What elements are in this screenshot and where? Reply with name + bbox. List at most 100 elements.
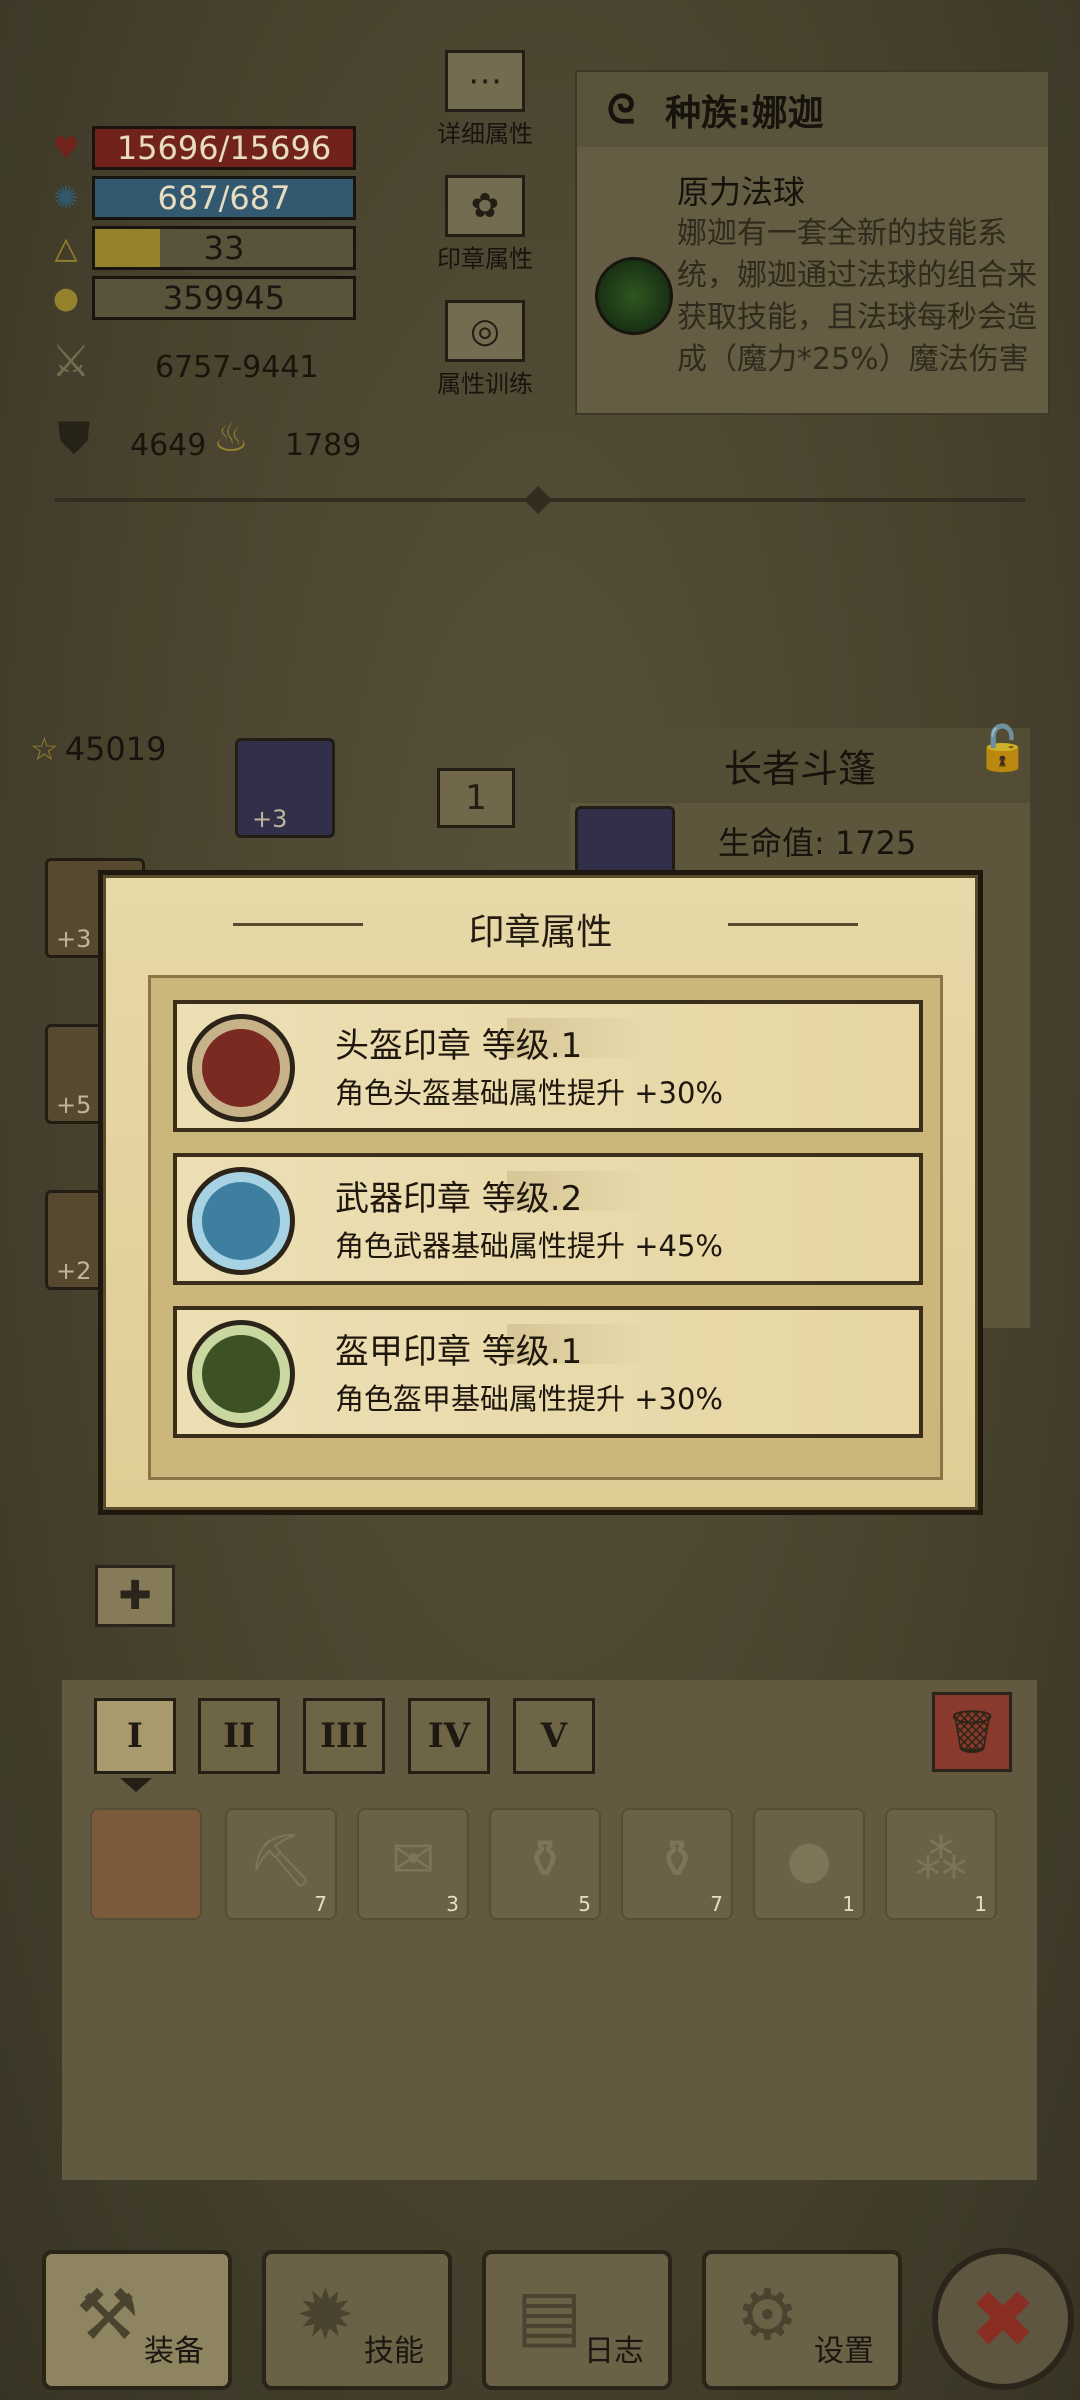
item-name: 长者斗篷 xyxy=(570,728,1030,803)
title-ornament-right xyxy=(728,923,858,926)
inventory-item-apple[interactable]: ● 1 xyxy=(753,1808,865,1920)
dialog-title: 印章属性 xyxy=(468,912,613,953)
inventory-item-pickaxe[interactable]: ⛏ 7 xyxy=(225,1808,337,1920)
inventory-item-seeds[interactable]: ⁂ 1 xyxy=(885,1808,997,1920)
apple-icon: ● xyxy=(786,1830,832,1890)
nav-skills-label: 技能 xyxy=(364,2334,424,2369)
skill-icon: ✹ xyxy=(296,2274,355,2356)
weapon-seal-icon xyxy=(187,1167,295,1275)
detail-attributes-label: 详细属性 xyxy=(437,120,533,148)
shield-icon: ⛊ xyxy=(57,412,91,464)
race-header: ᘓ 种族:娜迦 xyxy=(577,72,1048,147)
seal-attributes-label: 印章属性 xyxy=(437,245,533,273)
star-icon: ☆ xyxy=(30,730,59,768)
nav-equipment-label: 装备 xyxy=(144,2334,204,2369)
slot-badge: +2 xyxy=(56,1257,92,1285)
potion-icon: ⚱ xyxy=(523,1830,567,1890)
seal-name: 武器印章 等级.2 xyxy=(335,1179,583,1219)
seal-description: 角色武器基础属性提升 +45% xyxy=(335,1229,723,1263)
item-stat: 生命值: 1725 xyxy=(718,824,917,862)
target-icon: ◎ xyxy=(445,300,525,362)
dots-icon: ⋯ xyxy=(445,50,525,112)
nav-settings-label: 设置 xyxy=(814,2334,874,2369)
mp-row: ✺ 687/687 xyxy=(50,176,356,220)
axe-icon: ⚒ xyxy=(76,2274,139,2356)
mana-icon: ✺ xyxy=(53,180,79,216)
unlock-icon[interactable]: 🔓 xyxy=(975,722,1035,782)
slot-badge: +3 xyxy=(56,925,92,953)
inventory-item-scroll[interactable]: ✉ 3 xyxy=(357,1808,469,1920)
xp-bar: 33 xyxy=(92,226,356,270)
bag-tab-1[interactable]: I xyxy=(94,1698,176,1774)
nav-equipment-button[interactable]: ⚒ 装备 xyxy=(42,2250,232,2390)
helmet-seal-icon xyxy=(187,1014,295,1122)
slot-badge: +5 xyxy=(56,1091,92,1119)
race-skill-description: 娜迦有一套全新的技能系统，娜迦通过法球的组合来获取技能，且法球每秒会造成（魔力*… xyxy=(677,216,1037,377)
power-icon: ♨ xyxy=(213,415,249,461)
score-value: 45019 xyxy=(64,730,167,768)
add-button[interactable]: ✚ xyxy=(95,1565,175,1627)
defense-value: 4649 xyxy=(130,428,207,463)
scroll-icon: ✉ xyxy=(391,1830,435,1890)
item-count: 3 xyxy=(446,1892,459,1916)
seal-name: 盔甲印章 等级.1 xyxy=(335,1332,583,1372)
nav-log-label: 日志 xyxy=(584,2334,644,2369)
gold-bar: 359945 xyxy=(92,276,356,320)
race-skill-icon xyxy=(595,257,673,335)
item-count: 1 xyxy=(842,1892,855,1916)
seal-attributes-button[interactable]: ✿ 印章属性 xyxy=(420,175,550,274)
item-count: 1 xyxy=(974,1892,987,1916)
seal-attributes-dialog: 印章属性 头盔印章 等级.1 角色头盔基础属性提升 +30% 武器印章 等级.2… xyxy=(98,870,983,1515)
race-title: 种族:娜迦 xyxy=(665,92,824,134)
tab-indicator-icon xyxy=(120,1778,152,1792)
mp-bar: 687/687 xyxy=(92,176,356,220)
trash-icon: 🗑 xyxy=(945,1707,999,1756)
close-button[interactable]: ✖ xyxy=(932,2248,1074,2390)
weapon-seal-card[interactable]: 武器印章 等级.2 角色武器基础属性提升 +45% xyxy=(173,1153,923,1285)
seeds-icon: ⁂ xyxy=(915,1830,967,1890)
level-value: 33 xyxy=(203,229,245,267)
nav-settings-button[interactable]: ⚙ 设置 xyxy=(702,2250,902,2390)
helmet-seal-card[interactable]: 头盔印章 等级.1 角色头盔基础属性提升 +30% xyxy=(173,1000,923,1132)
race-skill-name: 原力法球 xyxy=(677,173,806,211)
mp-value: 687/687 xyxy=(157,179,291,217)
level-row: △ 33 xyxy=(50,226,356,270)
trash-button[interactable]: 🗑 xyxy=(932,1692,1012,1772)
hp-value: 15696/15696 xyxy=(116,129,332,167)
armor-seal-card[interactable]: 盔甲印章 等级.1 角色盔甲基础属性提升 +30% xyxy=(173,1306,923,1438)
gear-icon: ⚙ xyxy=(736,2274,799,2356)
seal-list: 头盔印章 等级.1 角色头盔基础属性提升 +30% 武器印章 等级.2 角色武器… xyxy=(148,975,943,1480)
bag-tab-4[interactable]: IV xyxy=(408,1698,490,1774)
flower-icon: ✿ xyxy=(445,175,525,237)
bag-tab-5[interactable]: V xyxy=(513,1698,595,1774)
bag-tab-3[interactable]: III xyxy=(303,1698,385,1774)
pickaxe-icon: ⛏ xyxy=(247,1831,314,1891)
inventory-item-equipment[interactable] xyxy=(90,1808,202,1920)
slot-number: 1 xyxy=(437,768,515,828)
item-count: 5 xyxy=(578,1892,591,1916)
seal-description: 角色头盔基础属性提升 +30% xyxy=(335,1076,723,1110)
power-value: 1789 xyxy=(285,428,362,463)
book-icon: ▤ xyxy=(516,2274,583,2356)
attribute-training-label: 属性训练 xyxy=(437,370,533,398)
gold-icon: ● xyxy=(52,280,80,316)
armor-seal-icon xyxy=(187,1320,295,1428)
level-icon: △ xyxy=(54,230,78,266)
attack-value: 6757-9441 xyxy=(155,350,319,385)
attribute-training-button[interactable]: ◎ 属性训练 xyxy=(420,300,550,399)
nav-log-button[interactable]: ▤ 日志 xyxy=(482,2250,672,2390)
inventory-item-red-potion[interactable]: ⚱ 5 xyxy=(489,1808,601,1920)
race-panel: ᘓ 种族:娜迦 原力法球 娜迦有一套全新的技能系统，娜迦通过法球的组合来获取技能… xyxy=(575,70,1050,415)
swords-icon: ⚔ xyxy=(51,335,91,387)
equipment-score: ☆ 45019 xyxy=(30,730,166,768)
inventory-item-blue-potion[interactable]: ⚱ 7 xyxy=(621,1808,733,1920)
helmet-slot[interactable]: +3 xyxy=(235,738,335,838)
potion-icon: ⚱ xyxy=(655,1830,699,1890)
nav-skills-button[interactable]: ✹ 技能 xyxy=(262,2250,452,2390)
heart-icon: ♥ xyxy=(52,130,80,166)
seal-description: 角色盔甲基础属性提升 +30% xyxy=(335,1382,723,1416)
bag-tab-2[interactable]: II xyxy=(198,1698,280,1774)
gold-value: 359945 xyxy=(162,279,286,317)
detail-attributes-button[interactable]: ⋯ 详细属性 xyxy=(420,50,550,149)
item-count: 7 xyxy=(314,1892,327,1916)
